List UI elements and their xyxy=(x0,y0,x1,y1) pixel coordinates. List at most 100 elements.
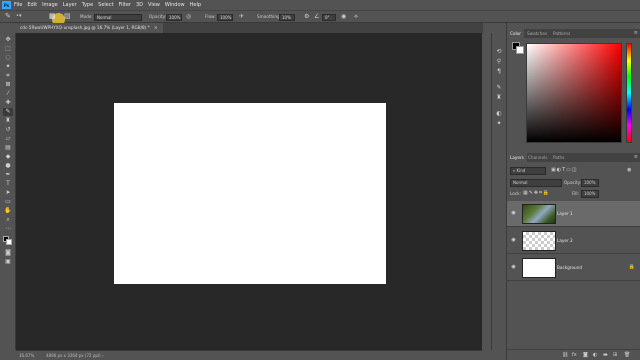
menu-3d[interactable]: 3D xyxy=(136,2,143,8)
eye-icon[interactable]: ◉ xyxy=(510,210,517,217)
document-canvas[interactable] xyxy=(114,103,386,284)
link-layers-icon[interactable]: ⛓ xyxy=(562,352,568,358)
brush-tool-icon[interactable]: ✎ xyxy=(3,108,13,116)
rectangle-tool-icon[interactable]: ▭ xyxy=(3,198,13,206)
clone-stamp-tool-icon[interactable]: ♜ xyxy=(3,117,13,125)
more-tools-icon[interactable]: ⋯ xyxy=(3,225,13,233)
smoothing-options-gear-icon[interactable]: ⚙ xyxy=(304,13,309,20)
lock-options-icons[interactable]: ▦✎✥⌗🔒 xyxy=(523,190,550,196)
tab-swatches[interactable]: Swatches xyxy=(524,29,550,38)
color-picker-field[interactable] xyxy=(526,43,622,143)
menu-layer[interactable]: Layer xyxy=(63,2,77,8)
layer-row-layer-2[interactable]: ◉ Layer 2 xyxy=(507,228,640,254)
background-color-swatch[interactable] xyxy=(516,46,524,54)
eyedropper-tool-icon[interactable]: ⁄ xyxy=(3,90,13,98)
panel-icon-strip: ⟲ ⚲ ¶ ✎ ♜ ◐ ✦ xyxy=(491,33,505,350)
opacity-input[interactable]: 100% xyxy=(166,14,182,21)
screen-mode-icon[interactable]: ▣ xyxy=(3,258,13,266)
toggle-brush-panel-icon[interactable]: ▨ xyxy=(64,12,71,20)
quick-select-tool-icon[interactable]: ✦ xyxy=(3,63,13,71)
tab-patterns[interactable]: Patterns xyxy=(550,29,573,38)
document-tab-title: cdc-5RwoUWPHYXQ-unsplash.jpg @ 16.7% (La… xyxy=(20,25,150,30)
layer-row-layer-1[interactable]: ◉ Layer 1 xyxy=(507,201,640,227)
menu-window[interactable]: Window xyxy=(165,2,185,8)
photoshop-logo-icon[interactable]: Ps xyxy=(2,1,11,9)
gradient-tool-icon[interactable]: ▤ xyxy=(3,144,13,152)
paragraph-panel-icon[interactable]: ¶ xyxy=(494,67,504,76)
menu-edit[interactable]: Edit xyxy=(27,2,37,8)
panel-menu-icon[interactable]: ≡ xyxy=(634,30,638,36)
menu-help[interactable]: Help xyxy=(190,2,201,8)
crop-tool-icon[interactable]: ⌗ xyxy=(3,72,13,80)
brush-preset-icon[interactable]: •▾ xyxy=(16,13,21,19)
eye-icon[interactable]: ◉ xyxy=(510,237,517,244)
marquee-tool-icon[interactable]: ⬚ xyxy=(3,45,13,53)
angle-input[interactable]: 0° xyxy=(322,14,336,21)
layer-style-icon[interactable]: fx xyxy=(572,352,577,358)
smoothing-input[interactable]: 10% xyxy=(279,14,295,21)
layer-row-background[interactable]: ◉ Background 🔒 xyxy=(507,255,640,281)
layer-filter-select[interactable]: ⌕ Kind xyxy=(510,167,546,175)
zoom-tool-icon[interactable]: ⌕ xyxy=(3,216,13,224)
tab-paths[interactable]: Paths xyxy=(550,153,567,162)
layer-name[interactable]: Layer 1 xyxy=(557,211,573,216)
delete-layer-icon[interactable]: 🗑 xyxy=(624,352,630,358)
move-tool-icon[interactable]: ✥ xyxy=(3,36,13,44)
tab-channels[interactable]: Channels xyxy=(525,153,550,162)
adjustments-panel-icon[interactable]: ◐ xyxy=(494,109,504,118)
mode-select[interactable]: Normal xyxy=(94,14,142,21)
healing-brush-tool-icon[interactable]: ✚ xyxy=(3,99,13,107)
document-tab[interactable]: cdc-5RwoUWPHYXQ-unsplash.jpg @ 16.7% (La… xyxy=(15,23,163,33)
menu-view[interactable]: View xyxy=(148,2,160,8)
dodge-tool-icon[interactable]: ● xyxy=(3,162,13,170)
menu-filter[interactable]: Filter xyxy=(119,2,131,8)
blend-mode-select[interactable]: Normal xyxy=(510,179,562,187)
pressure-opacity-icon[interactable]: ◎ xyxy=(186,13,191,20)
quick-mask-icon[interactable]: ◙ xyxy=(3,249,13,257)
new-layer-icon[interactable]: ⊞ xyxy=(613,352,617,358)
layer-name[interactable]: Background xyxy=(557,265,582,270)
new-group-icon[interactable]: ▬ xyxy=(603,352,608,358)
frame-tool-icon[interactable]: ⊠ xyxy=(3,81,13,89)
pen-tool-icon[interactable]: ✒ xyxy=(3,171,13,179)
history-brush-tool-icon[interactable]: ↺ xyxy=(3,126,13,134)
adjustment-layer-icon[interactable]: ◐ xyxy=(593,352,597,358)
menu-type[interactable]: Type xyxy=(82,2,93,8)
type-tool-icon[interactable]: T xyxy=(3,180,13,188)
properties-panel-icon[interactable]: ⚲ xyxy=(494,57,504,66)
history-panel-icon[interactable]: ⟲ xyxy=(494,47,504,56)
path-select-tool-icon[interactable]: ➤ xyxy=(3,189,13,197)
menu-image[interactable]: Image xyxy=(42,2,58,8)
symmetry-icon[interactable]: ⟡ xyxy=(354,13,358,21)
flow-input[interactable]: 100% xyxy=(217,14,233,21)
styles-panel-icon[interactable]: ✦ xyxy=(494,119,504,128)
menu-file[interactable]: File xyxy=(14,2,22,8)
eye-icon[interactable]: ◉ xyxy=(510,264,517,271)
brush-tool-icon[interactable]: ✎ xyxy=(5,12,11,20)
tools-panel: ✥ ⬚ ◌ ✦ ⌗ ⊠ ⁄ ✚ ✎ ♜ ↺ ▱ ▤ ◆ ● ✒ T ➤ ▭ ✋ … xyxy=(0,33,16,350)
panel-menu-icon[interactable]: ≡ xyxy=(634,154,638,160)
brush-settings-panel-icon[interactable]: ✎ xyxy=(494,83,504,92)
tab-color[interactable]: Color xyxy=(507,29,524,38)
blur-tool-icon[interactable]: ◆ xyxy=(3,153,13,161)
zoom-level[interactable]: 16.67% xyxy=(19,353,34,358)
filter-toggle-icon[interactable]: ● xyxy=(627,167,631,173)
background-color-swatch[interactable] xyxy=(6,239,12,245)
hand-tool-icon[interactable]: ✋ xyxy=(3,207,13,215)
status-arrow-icon[interactable]: › xyxy=(102,353,104,358)
layer-name[interactable]: Layer 2 xyxy=(557,238,573,243)
clone-source-panel-icon[interactable]: ♜ xyxy=(494,93,504,102)
brush-settings-icon[interactable]: ▦ xyxy=(49,12,56,20)
menu-select[interactable]: Select xyxy=(98,2,113,8)
tab-layers[interactable]: Layers xyxy=(507,153,527,162)
airbrush-icon[interactable]: ✈ xyxy=(239,13,244,20)
lasso-tool-icon[interactable]: ◌ xyxy=(3,54,13,62)
layer-filter-icons[interactable]: ▣◐T▭◫ xyxy=(551,167,578,173)
layer-opacity-input[interactable]: 100% xyxy=(581,179,599,187)
add-mask-icon[interactable]: ◙ xyxy=(583,352,588,358)
eraser-tool-icon[interactable]: ▱ xyxy=(3,135,13,143)
pressure-size-icon[interactable]: ◉ xyxy=(341,13,346,20)
hue-slider[interactable] xyxy=(626,43,632,143)
fill-input[interactable]: 100% xyxy=(581,190,599,198)
close-icon[interactable]: × xyxy=(154,25,158,30)
